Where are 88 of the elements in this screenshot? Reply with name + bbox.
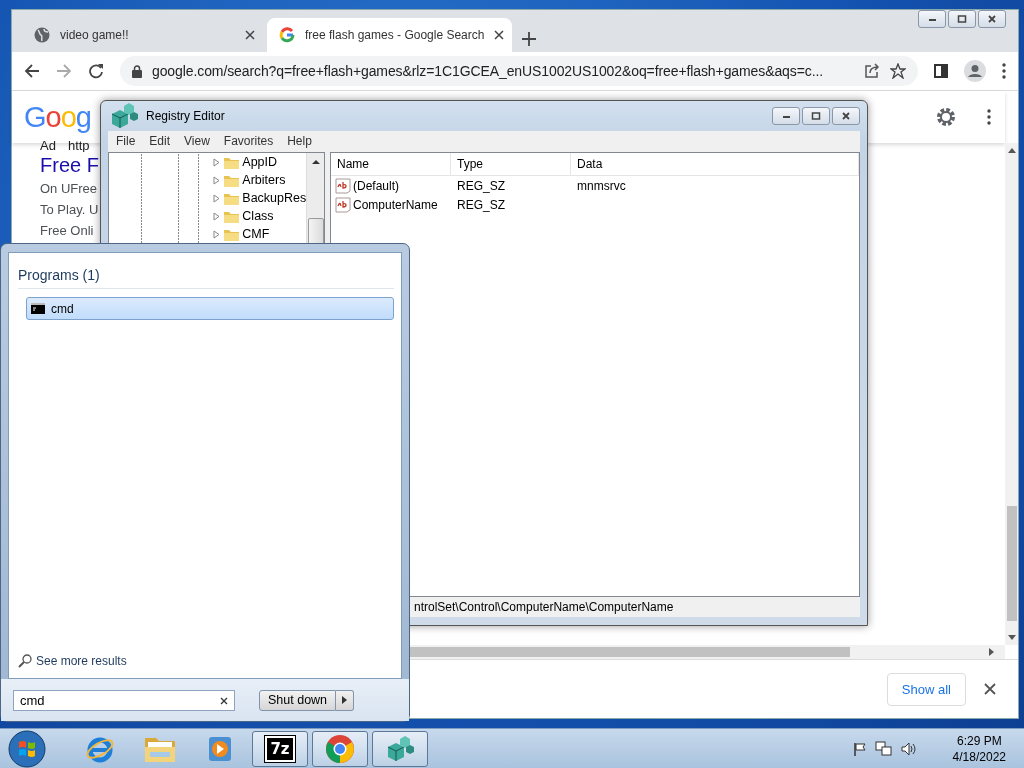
minimize-button[interactable] [772,107,800,125]
search-result[interactable]: cmd [26,297,394,320]
scroll-down-icon[interactable] [1007,635,1016,641]
string-value-icon [335,196,351,213]
side-panel-icon[interactable] [934,64,948,78]
volume-icon[interactable] [900,741,917,756]
taskbar-button[interactable] [372,730,428,767]
ad-url[interactable]: http [67,138,90,152]
scroll-thumb[interactable] [1006,506,1017,621]
maximize-button[interactable] [948,10,976,28]
new-tab-icon[interactable] [522,32,536,46]
value-type: REG_SZ [456,197,506,212]
search-logo[interactable]: Goog [24,100,91,134]
clear-icon[interactable] [220,696,228,705]
shut-down-options-button[interactable] [336,689,355,711]
scroll-right-icon[interactable] [989,648,995,656]
window-title: Registry Editor [146,109,226,123]
result-snippet-line: Free Onli [40,222,94,240]
see-more-results-link[interactable]: See more results [36,654,127,668]
column-header[interactable]: Name [331,153,451,175]
maximize-icon [810,112,822,120]
console-icon [31,303,45,314]
menu-item[interactable]: Favorites [223,133,274,148]
menu-item[interactable]: View [184,133,210,148]
star-icon[interactable] [890,63,906,79]
close-icon [840,112,852,120]
chrome-icon [325,733,355,764]
maximize-button[interactable] [802,107,830,125]
shut-down-button[interactable]: Shut down [259,689,337,711]
taskbar-button[interactable]: 7z [252,730,308,767]
close-icon[interactable] [245,30,255,40]
key-path: ntrolSet\Control\ComputerName\ComputerName [414,600,674,614]
tree-item[interactable]: CMF [242,227,270,241]
menu-icon[interactable] [1002,63,1006,79]
minimize-button[interactable] [918,10,946,28]
media-player-icon [206,734,234,763]
menu-item[interactable]: File [116,133,136,148]
menu-item[interactable]: Help [287,133,312,148]
start-button[interactable] [8,729,46,768]
apps-menu-icon[interactable] [987,109,991,125]
back-icon[interactable] [24,63,40,79]
menu-item[interactable]: Edit [149,133,171,148]
lock-icon [132,64,142,78]
column-header[interactable]: Data [571,153,859,175]
share-icon[interactable] [864,63,880,79]
close-button[interactable] [832,107,860,125]
reload-icon[interactable] [88,63,104,79]
value-name[interactable]: (Default) [353,178,399,193]
scroll-thumb[interactable] [410,647,850,657]
close-icon[interactable] [494,30,505,40]
profile-icon[interactable] [964,60,986,82]
results-group-title: Programs (1) [18,267,394,289]
tree-item[interactable]: Class [242,209,274,223]
search-icon [18,654,32,668]
result-title[interactable]: Free F [40,154,99,177]
clock-date: 4/18/2022 [952,748,1006,765]
result-snippet-line: On UFree [40,180,98,198]
close-icon [987,15,997,23]
arrow-icon [342,696,348,704]
value-type: REG_SZ [456,178,506,193]
taskbar-button[interactable] [312,730,368,767]
globe-icon [34,27,50,43]
settings-icon[interactable] [935,106,957,128]
flag-icon[interactable] [852,741,867,756]
ad-label: Ad [40,138,56,152]
browser-tab[interactable]: video game!! [22,18,267,52]
tree-item[interactable]: Arbiters [242,173,286,187]
address-bar[interactable]: google.com/search?q=free+flash+games&rlz=1C1GCEA_enUS1002US1002&oq=free+flash+games&aqs=c... [120,56,918,86]
scroll-up-icon[interactable] [1007,147,1016,153]
close-button[interactable] [978,10,1006,28]
network-icon[interactable] [874,740,893,757]
value-name[interactable]: ComputerName [353,197,438,212]
search-field[interactable]: cmd [13,689,235,711]
column-header[interactable]: Type [451,153,571,175]
value-data: mnmsrvc [576,178,627,193]
tree-item[interactable]: AppID [242,155,278,169]
archive-app-label: 7z [265,735,295,762]
scroll-up-icon[interactable] [311,159,320,164]
close-icon[interactable] [984,683,996,695]
google-icon [279,27,295,43]
result-snippet-line: To Play. U [40,201,99,219]
tree-item[interactable]: BackupRes [242,191,307,205]
clock-time: 6:29 PM [956,732,1002,749]
string-value-icon [335,177,351,194]
show-all-button[interactable]: Show all [886,672,966,706]
clock[interactable]: 6:29 PM 4/18/2022 [952,732,1006,765]
browser-tab[interactable]: free flash games - Google Search [267,18,512,52]
maximize-icon [957,15,967,23]
